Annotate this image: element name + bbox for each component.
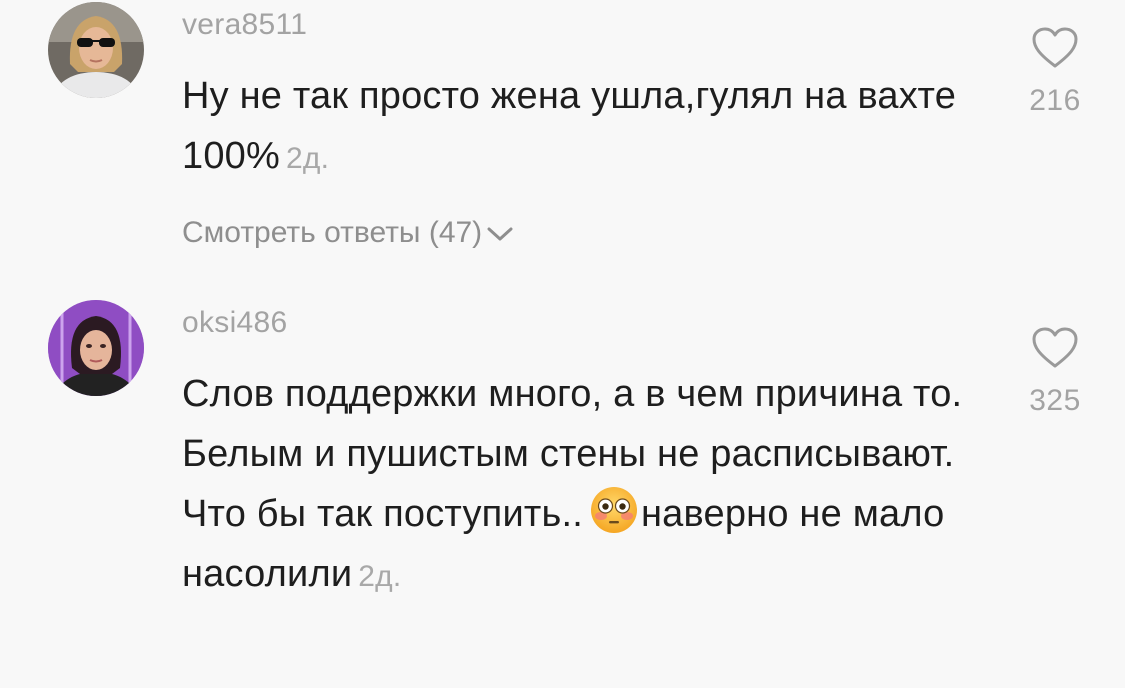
heart-icon: [1032, 327, 1078, 368]
comment-text-block: Ну не так просто жена ушла,гулял на вахт…: [182, 66, 982, 189]
like-button[interactable]: 325: [1010, 326, 1100, 418]
avatar-woman-sunglasses-icon: [48, 2, 144, 98]
heart-icon: [1032, 27, 1078, 68]
comment-age: 2д.: [358, 560, 402, 593]
like-count: 216: [1029, 84, 1081, 117]
chevron-down-icon: [487, 227, 513, 241]
avatar[interactable]: [48, 2, 144, 98]
avatar[interactable]: [48, 300, 144, 396]
view-replies-button[interactable]: Смотреть ответы (47): [182, 216, 514, 250]
view-replies-label: Смотреть ответы (47): [182, 216, 483, 249]
comment-username[interactable]: oksi486: [182, 306, 288, 340]
comment-age: 2д.: [286, 142, 330, 175]
avatar-woman-purple-lights-icon: [48, 300, 144, 396]
flushed-face-emoji-icon: [591, 487, 637, 533]
like-count: 325: [1029, 384, 1081, 417]
like-button[interactable]: 216: [1010, 26, 1100, 118]
comment-text-block: Слов поддержки много, а в чем причина то…: [182, 364, 982, 607]
comment-username[interactable]: vera8511: [182, 8, 307, 42]
